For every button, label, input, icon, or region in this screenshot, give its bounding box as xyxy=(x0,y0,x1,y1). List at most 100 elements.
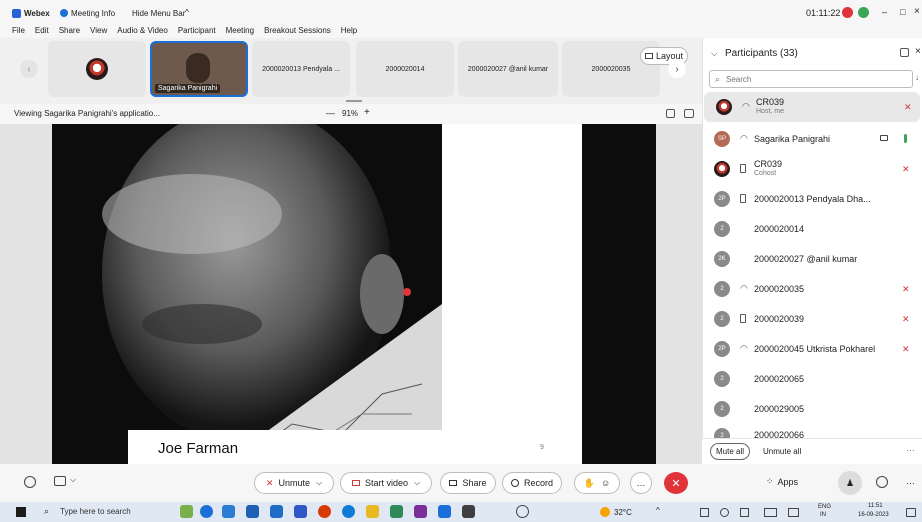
participant-row[interactable]: SP ◠ Sagarika Panigrahi xyxy=(702,124,922,154)
mute-all-button[interactable]: Mute all xyxy=(710,443,750,460)
zoom-in-button[interactable]: + xyxy=(364,107,370,118)
taskbar-app-icon[interactable] xyxy=(270,505,283,518)
clock-time[interactable]: 11:51 xyxy=(868,503,883,509)
tray-icon[interactable] xyxy=(700,508,709,517)
video-tile-cr039[interactable] xyxy=(48,41,146,97)
leave-meeting-button[interactable]: ✕ xyxy=(664,472,688,494)
participant-row[interactable]: 2P ◠ 2000020045 Utkrista Pokharel ✕ xyxy=(702,334,922,364)
unmute-all-button[interactable]: Unmute all xyxy=(763,447,801,456)
video-tile[interactable]: 2000020013 Pendyala ... xyxy=(252,41,350,97)
menu-file[interactable]: File xyxy=(12,26,25,38)
viewing-label: Viewing Sagarika Panigrahi's applicatio.… xyxy=(14,109,160,118)
meeting-info-button[interactable]: Meeting Info xyxy=(71,9,115,18)
taskbar-app-icon[interactable] xyxy=(342,505,355,518)
network-icon[interactable] xyxy=(720,508,729,517)
menu-share[interactable]: Share xyxy=(59,26,80,38)
mic-active-icon[interactable] xyxy=(904,134,907,143)
notifications-icon[interactable] xyxy=(906,508,916,517)
participant-row[interactable]: 2 2000020014 xyxy=(702,214,922,244)
sort-icon[interactable]: ↓ xyxy=(915,73,919,82)
strip-prev-button[interactable]: ‹ xyxy=(20,60,38,78)
mute-all-label: Mute all xyxy=(715,447,744,456)
mic-muted-icon[interactable]: ✕ xyxy=(902,344,910,355)
windows-start-icon[interactable] xyxy=(16,507,26,517)
strip-next-button[interactable]: › xyxy=(668,60,686,78)
resize-handle[interactable] xyxy=(346,100,362,102)
record-label: Record xyxy=(523,478,553,488)
video-tile[interactable]: 2000020014 xyxy=(356,41,454,97)
menu-view[interactable]: View xyxy=(90,26,107,38)
mic-muted-icon[interactable]: ✕ xyxy=(902,164,910,175)
unmute-button[interactable]: ✕ Unmute ⌵ xyxy=(254,472,334,494)
meeting-timer: 01:11:22 xyxy=(806,8,841,18)
zoom-out-button[interactable]: — xyxy=(326,108,335,118)
chevron-down-icon[interactable]: ⌵ xyxy=(70,475,76,485)
close-window-button[interactable]: × xyxy=(914,6,920,17)
mic-muted-icon[interactable]: ✕ xyxy=(904,102,912,113)
chevron-up-icon[interactable]: ^ xyxy=(185,8,189,17)
participant-row[interactable]: CR039 Cohost ✕ xyxy=(702,154,922,184)
annotate-icon[interactable] xyxy=(666,109,675,118)
record-button[interactable]: Record xyxy=(502,472,562,494)
video-tile[interactable]: 2000020027 @anil kumar xyxy=(458,41,558,97)
more-options-icon[interactable]: … xyxy=(906,443,915,453)
more-panels-icon[interactable]: … xyxy=(906,476,915,486)
menu-meeting[interactable]: Meeting xyxy=(226,26,254,38)
taskbar-app-icon[interactable] xyxy=(180,505,193,518)
apps-button[interactable]: ⁘ Apps xyxy=(766,476,798,487)
taskbar-app-icon[interactable] xyxy=(318,505,331,518)
participants-toggle-button[interactable]: ♟ xyxy=(838,471,862,495)
taskbar-app-icon[interactable] xyxy=(222,505,235,518)
menu-edit[interactable]: Edit xyxy=(35,26,49,38)
participant-row[interactable]: 2K 2000020027 @anil kumar xyxy=(702,244,922,274)
search-input[interactable] xyxy=(726,73,906,85)
participant-row[interactable]: 2P 2000020013 Pendyala Dha... xyxy=(702,184,922,214)
maximize-button[interactable]: □ xyxy=(900,7,905,17)
participant-row[interactable]: ◠ CR039 Host, me ✕ xyxy=(704,92,920,122)
volume-icon[interactable] xyxy=(740,508,749,517)
captions-icon[interactable] xyxy=(54,476,66,486)
mic-muted-icon[interactable]: ✕ xyxy=(902,314,910,325)
participant-row[interactable]: 2 2000020066 xyxy=(702,426,922,438)
chevron-up-icon[interactable]: ^ xyxy=(656,506,660,515)
mic-muted-icon[interactable]: ✕ xyxy=(902,284,910,295)
taskbar-app-icon[interactable] xyxy=(200,505,213,518)
popout-icon[interactable] xyxy=(684,109,694,118)
share-button[interactable]: Share xyxy=(440,472,496,494)
video-tile-active-speaker[interactable]: Sagarika Panigrahi xyxy=(150,41,248,97)
chevron-down-icon[interactable]: ⌵ xyxy=(711,48,718,59)
menu-audio-video[interactable]: Audio & Video xyxy=(117,26,168,38)
language-code[interactable]: ENG xyxy=(818,504,831,510)
taskbar-app-icon[interactable] xyxy=(414,505,427,518)
search-field[interactable]: ⌕ xyxy=(709,70,913,88)
participant-name: CR039 xyxy=(754,159,783,169)
taskbar-app-icon[interactable] xyxy=(390,505,403,518)
keyboard-icon[interactable] xyxy=(764,508,777,517)
start-video-button[interactable]: Start video ⌵ xyxy=(340,472,432,494)
taskbar-app-icon[interactable] xyxy=(462,505,475,518)
taskbar-app-icon[interactable] xyxy=(366,505,379,518)
taskbar-app-icon[interactable] xyxy=(438,505,451,518)
reactions-group-button[interactable]: ✋ ☺ xyxy=(574,472,620,494)
close-panel-button[interactable]: × xyxy=(915,46,921,57)
minimize-button[interactable]: – xyxy=(882,7,887,17)
connection-status-icon xyxy=(858,7,869,18)
chat-icon[interactable] xyxy=(876,476,888,488)
more-button[interactable]: … xyxy=(630,472,652,494)
popout-panel-icon[interactable] xyxy=(900,48,909,57)
participant-row[interactable]: 2 2000020039 ✕ xyxy=(702,304,922,334)
menu-breakout-sessions[interactable]: Breakout Sessions xyxy=(264,26,331,38)
reactions-icon[interactable] xyxy=(24,476,36,488)
hide-menu-bar-button[interactable]: Hide Menu Bar xyxy=(132,9,185,18)
participant-row[interactable]: 2 2000029005 xyxy=(702,394,922,424)
apps-label: Apps xyxy=(777,476,799,487)
taskbar-search[interactable]: Type here to search xyxy=(60,507,131,516)
participant-row[interactable]: 2 2000020065 xyxy=(702,364,922,394)
menu-participant[interactable]: Participant xyxy=(178,26,216,38)
taskbar-app-icon[interactable] xyxy=(246,505,259,518)
settings-icon[interactable] xyxy=(516,505,529,518)
menu-help[interactable]: Help xyxy=(341,26,357,38)
participant-row[interactable]: 2 ◠ 2000020035 ✕ xyxy=(702,274,922,304)
taskbar-app-icon[interactable] xyxy=(294,505,307,518)
avatar-initials: 2 xyxy=(720,406,724,412)
